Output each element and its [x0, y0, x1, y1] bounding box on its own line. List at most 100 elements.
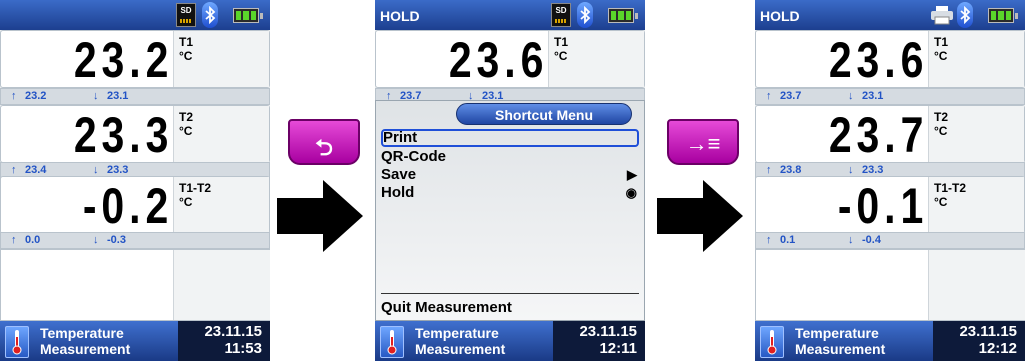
min-value: 23.1 [862, 90, 884, 102]
bottom-bar: Temperature Measurement 23.11.15 12:12 [755, 321, 1025, 361]
mode-title: Temperature Measurement [40, 325, 131, 357]
max-arrow-icon: ↑ [766, 164, 772, 176]
date: 23.11.15 [579, 323, 637, 340]
printer-icon [931, 6, 953, 25]
thermometer-icon [380, 326, 404, 358]
bottom-bar: Temperature Measurement 23.11.15 11:53 [0, 321, 270, 361]
min-max-row: ↑ 0.0 ↓ -0.3 [0, 232, 270, 249]
measurement-value: 23.6 [828, 32, 928, 88]
measurement-row-diff: -0.1 T1-T2 °C [755, 176, 1025, 234]
measurement-row-t1: 23.6 T1 °C [375, 30, 645, 88]
right-arrow-icon [277, 180, 363, 252]
back-softkey-button[interactable]: ⮌ [288, 119, 360, 165]
min-value: 23.1 [107, 90, 129, 102]
channel-name: T1 [179, 35, 194, 49]
thermometer-icon [5, 326, 29, 358]
measurement-value: -0.1 [837, 178, 928, 234]
device-screen-2: HOLD SD 23.6 T1 °C ↑ 23.7 ↓ 23.1 Shortcut… [375, 0, 645, 361]
min-value: -0.4 [862, 234, 881, 246]
bluetooth-icon [202, 2, 218, 28]
unit-label: °C [554, 49, 568, 63]
unit-label: °C [179, 195, 193, 209]
unit-label: °C [934, 124, 948, 138]
unit-label: °C [179, 124, 193, 138]
channel-name: T1-T2 [934, 181, 967, 195]
date-time: 23.11.15 12:11 [579, 323, 637, 357]
max-value: 0.0 [25, 234, 41, 246]
mode-title: Temperature Measurement [795, 325, 886, 357]
bluetooth-icon [957, 2, 973, 28]
hold-indicator: HOLD [380, 8, 420, 24]
time: 12:12 [978, 340, 1017, 357]
channel-name: T2 [934, 110, 949, 124]
mode-title: Temperature Measurement [415, 325, 506, 357]
return-arrow-icon: ⮌ [315, 135, 333, 160]
unit-label: °C [934, 49, 948, 63]
max-arrow-icon: ↑ [766, 234, 772, 246]
max-value: 23.8 [780, 164, 802, 176]
status-bar: HOLD [755, 0, 1025, 30]
min-arrow-icon: ↓ [848, 234, 854, 246]
min-max-row: ↑ 0.1 ↓ -0.4 [755, 232, 1025, 249]
bluetooth-icon [577, 2, 593, 28]
right-arrow-icon [657, 180, 743, 252]
menu-item-print[interactable]: Print [381, 129, 639, 147]
date-time: 23.11.15 12:12 [959, 323, 1017, 357]
status-bar: HOLD SD [375, 0, 645, 30]
min-max-row: ↑ 23.7 ↓ 23.1 [755, 88, 1025, 105]
date: 23.11.15 [204, 323, 262, 340]
measurement-value: 23.3 [73, 107, 173, 163]
unit-label: °C [179, 49, 193, 63]
menu-item-save[interactable]: Save ▶ [381, 166, 639, 184]
max-arrow-icon: ↑ [11, 234, 17, 246]
date: 23.11.15 [959, 323, 1017, 340]
sd-card-icon: SD [176, 3, 196, 27]
channel-name: T1 [934, 35, 949, 49]
min-value: -0.3 [107, 234, 126, 246]
shortcut-menu-softkey-button[interactable]: →≡ [667, 119, 739, 165]
hold-indicator: HOLD [760, 8, 800, 24]
measurement-row-t2: 23.3 T2 °C [0, 105, 270, 163]
max-value: 23.2 [25, 90, 47, 102]
measurement-value: 23.2 [73, 32, 173, 88]
bottom-bar: Temperature Measurement 23.11.15 12:11 [375, 321, 645, 361]
min-max-row: ↑ 23.2 ↓ 23.1 [0, 88, 270, 105]
measurement-value: -0.2 [82, 178, 173, 234]
max-arrow-icon: ↑ [11, 164, 17, 176]
max-value: 23.7 [780, 90, 802, 102]
battery-icon [608, 8, 638, 23]
empty-measurement-slot [0, 249, 270, 321]
device-screen-1: SD 23.2 T1 °C ↑ 23.2 ↓ 23.1 23.3 T2 °C ↑ 2… [0, 0, 270, 361]
status-bar: SD [0, 0, 270, 30]
min-arrow-icon: ↓ [848, 90, 854, 102]
max-value: 0.1 [780, 234, 796, 246]
min-arrow-icon: ↓ [93, 234, 99, 246]
arrow-menu-icon: →≡ [685, 131, 721, 156]
date-time: 23.11.15 11:53 [204, 323, 262, 357]
thermometer-icon [760, 326, 784, 358]
max-arrow-icon: ↑ [766, 90, 772, 102]
menu-item-qr-code[interactable]: QR-Code [381, 148, 639, 166]
min-value: 23.3 [107, 164, 129, 176]
submenu-arrow-icon: ▶ [627, 167, 637, 182]
measurement-row-t1: 23.2 T1 °C [0, 30, 270, 88]
empty-measurement-slot [755, 249, 1025, 321]
unit-label: °C [934, 195, 948, 209]
battery-icon [988, 8, 1018, 23]
min-arrow-icon: ↓ [848, 164, 854, 176]
max-value: 23.4 [25, 164, 47, 176]
menu-divider [381, 293, 639, 294]
measurement-value: 23.7 [828, 107, 928, 163]
measurement-row-diff: -0.2 T1-T2 °C [0, 176, 270, 234]
min-arrow-icon: ↓ [93, 90, 99, 102]
menu-item-quit-measurement[interactable]: Quit Measurement [381, 299, 639, 317]
sd-card-icon: SD [551, 3, 571, 27]
radio-selected-icon: ◉ [625, 185, 637, 200]
menu-title: Shortcut Menu [456, 103, 632, 125]
min-value: 23.3 [862, 164, 884, 176]
min-arrow-icon: ↓ [93, 164, 99, 176]
measurement-row-t1: 23.6 T1 °C [755, 30, 1025, 88]
menu-item-hold[interactable]: Hold ◉ [381, 184, 639, 202]
channel-name: T2 [179, 110, 194, 124]
shortcut-menu: Shortcut Menu Print QR-Code Save ▶ Hold ◉ … [375, 100, 645, 321]
